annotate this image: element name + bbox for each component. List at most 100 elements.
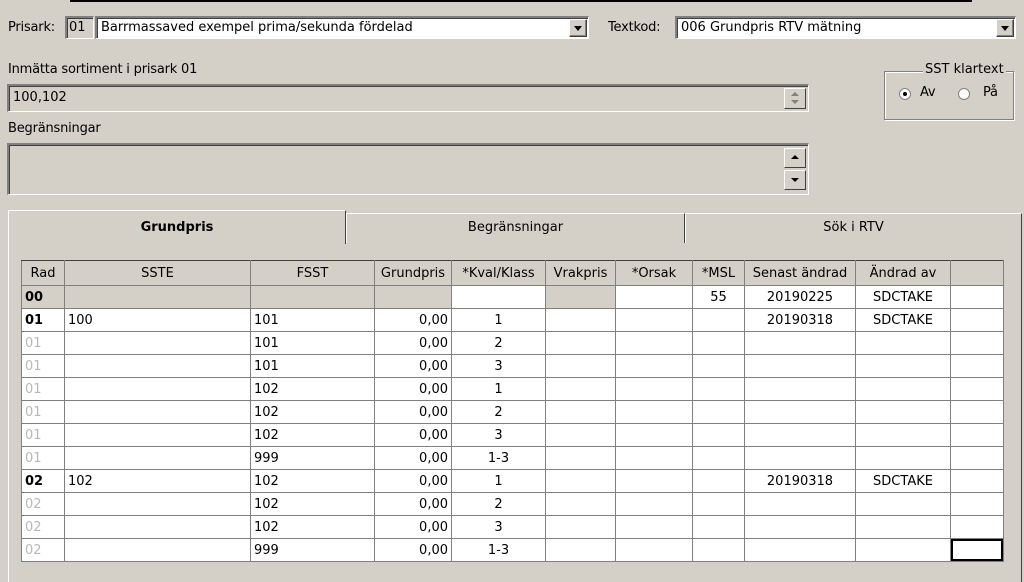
- sortiment-field[interactable]: 100,102: [7, 84, 809, 112]
- cell-grundpris[interactable]: 0,00: [374, 446, 452, 470]
- cell-andrad-av[interactable]: [855, 400, 951, 424]
- cell-andrad-av[interactable]: SDCTAKE: [855, 469, 951, 493]
- cell-senast[interactable]: [744, 538, 856, 562]
- cell-sste[interactable]: [64, 331, 251, 355]
- cell-extra[interactable]: [950, 446, 1004, 470]
- cell-rad[interactable]: 00: [21, 285, 65, 309]
- cell-extra[interactable]: [950, 515, 1004, 539]
- cell-kval[interactable]: 2: [451, 492, 546, 516]
- cell-msl[interactable]: [692, 423, 745, 447]
- table-row[interactable]: 01 100 101 0,00 1 20190318 SDCTAKE: [21, 308, 1004, 332]
- cell-grundpris[interactable]: 0,00: [374, 492, 452, 516]
- cell-grundpris[interactable]: 0,00: [374, 331, 452, 355]
- cell-vrakpris[interactable]: [545, 515, 616, 539]
- cell-kval[interactable]: 1: [451, 377, 546, 401]
- cell-andrad-av[interactable]: [855, 331, 951, 355]
- cell-rad[interactable]: 01: [21, 377, 65, 401]
- cell-rad[interactable]: 01: [21, 308, 65, 332]
- cell-orsak[interactable]: [615, 538, 693, 562]
- cell-grundpris[interactable]: 0,00: [374, 400, 452, 424]
- cell-sste[interactable]: [64, 492, 251, 516]
- cell-andrad-av[interactable]: [855, 446, 951, 470]
- cell-msl[interactable]: [692, 446, 745, 470]
- cell-rad[interactable]: 01: [21, 446, 65, 470]
- table-row[interactable]: 02 999 0,00 1-3: [21, 538, 1004, 562]
- cell-fsst[interactable]: 101: [250, 354, 375, 378]
- cell-orsak[interactable]: [615, 446, 693, 470]
- cell-grundpris[interactable]: 0,00: [374, 515, 452, 539]
- cell-fsst[interactable]: [250, 285, 375, 309]
- cell-senast[interactable]: [744, 423, 856, 447]
- cell-sste[interactable]: [64, 354, 251, 378]
- cell-vrakpris[interactable]: [545, 400, 616, 424]
- cell-senast[interactable]: [744, 354, 856, 378]
- cell-senast[interactable]: [744, 331, 856, 355]
- cell-fsst[interactable]: 101: [250, 331, 375, 355]
- table-row[interactable]: 02 102 0,00 3: [21, 515, 1004, 539]
- cell-rad[interactable]: 01: [21, 354, 65, 378]
- cell-extra[interactable]: [950, 400, 1004, 424]
- table-row[interactable]: 01 101 0,00 3: [21, 354, 1004, 378]
- scroll-up-button[interactable]: [784, 148, 806, 168]
- cell-vrakpris[interactable]: [545, 469, 616, 493]
- cell-grundpris[interactable]: [374, 285, 452, 309]
- cell-andrad-av[interactable]: [855, 492, 951, 516]
- cell-msl[interactable]: 55: [692, 285, 745, 309]
- radio-pa[interactable]: [958, 88, 970, 100]
- table-row[interactable]: 00 55 20190225 SDCTAKE: [21, 285, 1004, 309]
- cell-extra[interactable]: [950, 492, 1004, 516]
- cell-kval[interactable]: 3: [451, 354, 546, 378]
- cell-orsak[interactable]: [615, 515, 693, 539]
- tab-grundpris[interactable]: Grundpris: [8, 210, 346, 244]
- table-row[interactable]: 01 101 0,00 2: [21, 331, 1004, 355]
- column-header[interactable]: SSTE: [64, 260, 251, 286]
- column-header[interactable]: [950, 260, 1004, 286]
- prisark-dropdown[interactable]: Barrmassaved exempel prima/sekunda förde…: [95, 16, 589, 39]
- cell-msl[interactable]: [692, 538, 745, 562]
- cell-msl[interactable]: [692, 400, 745, 424]
- scroll-down-button[interactable]: [784, 170, 806, 190]
- textkod-dropdown[interactable]: 006 Grundpris RTV mätning: [675, 16, 1016, 39]
- cell-fsst[interactable]: 102: [250, 423, 375, 447]
- radio-av[interactable]: [899, 88, 911, 100]
- column-header[interactable]: Grundpris: [374, 260, 452, 286]
- cell-extra[interactable]: [950, 377, 1004, 401]
- cell-senast[interactable]: 20190225: [744, 285, 856, 309]
- cell-msl[interactable]: [692, 331, 745, 355]
- cell-kval[interactable]: 1-3: [451, 446, 546, 470]
- chevron-down-icon[interactable]: [996, 19, 1014, 37]
- cell-fsst[interactable]: 999: [250, 538, 375, 562]
- cell-sste[interactable]: [64, 285, 251, 309]
- cell-vrakpris[interactable]: [545, 538, 616, 562]
- cell-sste[interactable]: [64, 515, 251, 539]
- cell-sste[interactable]: [64, 377, 251, 401]
- cell-kval[interactable]: 3: [451, 515, 546, 539]
- column-header[interactable]: Senast ändrad: [744, 260, 856, 286]
- cell-andrad-av[interactable]: SDCTAKE: [855, 285, 951, 309]
- cell-rad[interactable]: 02: [21, 515, 65, 539]
- cell-orsak[interactable]: [615, 492, 693, 516]
- cell-grundpris[interactable]: 0,00: [374, 469, 452, 493]
- cell-msl[interactable]: [692, 492, 745, 516]
- cell-fsst[interactable]: 102: [250, 515, 375, 539]
- cell-andrad-av[interactable]: [855, 423, 951, 447]
- cell-grundpris[interactable]: 0,00: [374, 308, 452, 332]
- cell-vrakpris[interactable]: [545, 377, 616, 401]
- cell-orsak[interactable]: [615, 469, 693, 493]
- cell-senast[interactable]: [744, 400, 856, 424]
- cell-msl[interactable]: [692, 308, 745, 332]
- cell-grundpris[interactable]: 0,00: [374, 377, 452, 401]
- cell-kval[interactable]: 3: [451, 423, 546, 447]
- radio-pa-label[interactable]: På: [983, 85, 998, 100]
- cell-extra[interactable]: [950, 308, 1004, 332]
- cell-msl[interactable]: [692, 354, 745, 378]
- cell-vrakpris[interactable]: [545, 492, 616, 516]
- cell-orsak[interactable]: [615, 331, 693, 355]
- column-header[interactable]: *Kval/Klass: [451, 260, 546, 286]
- cell-kval[interactable]: 1-3: [451, 538, 546, 562]
- cell-fsst[interactable]: 101: [250, 308, 375, 332]
- table-row[interactable]: 01 102 0,00 1: [21, 377, 1004, 401]
- cell-vrakpris[interactable]: [545, 308, 616, 332]
- cell-rad[interactable]: 01: [21, 400, 65, 424]
- cell-vrakpris[interactable]: [545, 423, 616, 447]
